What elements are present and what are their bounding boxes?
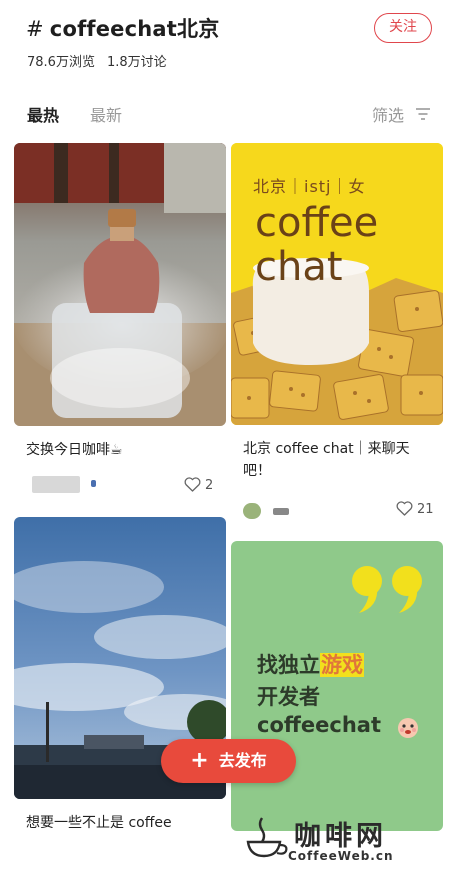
post-title[interactable]: 北京 coffee chat｜来聊天 吧！: [243, 438, 438, 482]
topic-header: # coffeechat北京 关注 78.6万浏览 1.8万讨论: [0, 0, 455, 80]
poster-headline-1: coffee: [255, 200, 379, 246]
filter-label: 筛选: [372, 106, 405, 125]
filter-button[interactable]: 筛选: [372, 102, 431, 126]
hash-icon: #: [26, 17, 44, 41]
like-button[interactable]: 21: [396, 501, 434, 517]
post-card-coffee-bottle[interactable]: 交换今日咖啡☕ 2: [14, 143, 226, 503]
post-image-indie-game[interactable]: 找独立游戏 开发者 coffeechat: [231, 541, 443, 831]
like-count: 21: [417, 502, 434, 517]
heart-icon: [396, 501, 413, 516]
topic-stats: 78.6万浏览 1.8万讨论: [27, 51, 167, 70]
post-title[interactable]: 想要一些不止是 coffee: [26, 812, 221, 834]
discussion-count: 1.8万讨论: [106, 55, 167, 70]
post-image-coffee-chat[interactable]: 北京｜istj｜女 coffee chat: [231, 143, 443, 425]
topic-title: # coffeechat北京: [26, 13, 219, 43]
post-image-coffee-bottle[interactable]: [14, 143, 226, 426]
coffeeweb-watermark: 咖啡网 CoffeeWeb.cn: [244, 812, 444, 872]
post-title-line-2: 吧！: [243, 463, 271, 479]
watermark-text: 咖啡网: [294, 821, 387, 852]
follow-button[interactable]: 关注: [374, 13, 432, 43]
publish-label: 去发布: [218, 751, 267, 770]
tab-new[interactable]: 最新: [90, 102, 122, 126]
view-count: 78.6万浏览: [27, 55, 95, 70]
like-button[interactable]: 2: [184, 477, 214, 493]
heart-icon: [184, 477, 201, 492]
post-title-line-1: 北京 coffee chat｜来聊天: [243, 441, 410, 457]
username-blur: [273, 508, 289, 515]
poster-highlight: 游戏: [320, 653, 364, 677]
author-info[interactable]: [243, 502, 313, 520]
poster-line-1-prefix: 找独立: [257, 653, 320, 677]
author-info[interactable]: [32, 476, 96, 494]
tab-hot[interactable]: 最热: [27, 102, 59, 126]
plus-icon: +: [190, 748, 209, 773]
like-count: 2: [205, 478, 214, 493]
filter-icon: [415, 106, 431, 125]
publish-button[interactable]: + 去发布: [161, 739, 296, 783]
shy-face-emoji-icon: [398, 718, 418, 738]
poster-line-1: 找独立游戏: [257, 649, 364, 679]
poster-line-2: 开发者: [257, 685, 320, 709]
post-card-indie-game[interactable]: 找独立游戏 开发者 coffeechat: [231, 541, 443, 831]
coffee-cup-logo-icon: [246, 817, 288, 858]
sort-tabs: 最热 最新 筛选: [0, 98, 455, 128]
avatar[interactable]: [243, 503, 261, 519]
poster-tags: 北京｜istj｜女: [253, 177, 366, 196]
user-badge-icon: [91, 480, 96, 487]
watermark-url: CoffeeWeb.cn: [288, 849, 394, 863]
poster-line-3: coffeechat: [257, 713, 381, 737]
avatar[interactable]: [32, 476, 80, 493]
post-title[interactable]: 交换今日咖啡☕: [26, 439, 216, 461]
poster-headline-2: chat: [255, 244, 343, 290]
quote-mark-icon: [352, 566, 422, 613]
topic-name: coffeechat北京: [49, 17, 220, 41]
post-card-coffee-chat[interactable]: 北京｜istj｜女 coffee chat 北京 coffee chat｜来聊天…: [231, 143, 443, 523]
post-card-sky[interactable]: 想要一些不止是 coffee: [14, 517, 226, 837]
